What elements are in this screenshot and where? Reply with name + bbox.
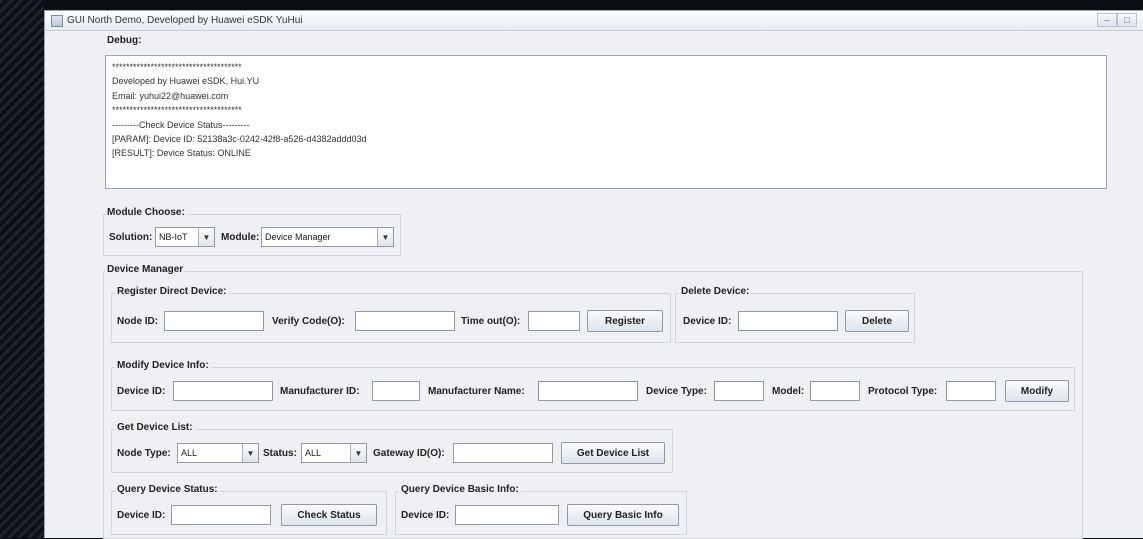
app-icon — [51, 14, 63, 27]
check-status-button[interactable]: Check Status — [281, 504, 377, 526]
modify-device-id-label: Device ID: — [117, 386, 166, 397]
protocol-type-input[interactable] — [946, 381, 996, 401]
verify-code-label: Verify Code(O): — [272, 316, 345, 327]
gateway-id-input[interactable] — [453, 443, 553, 463]
device-type-input[interactable] — [714, 381, 764, 401]
device-type-label: Device Type: — [646, 386, 707, 397]
debug-line: [RESULT]: Device Status: ONLINE — [112, 148, 251, 159]
manufacturer-id-input[interactable] — [372, 381, 420, 401]
get-device-list-title: Get Device List: — [115, 422, 195, 433]
desktop-backdrop — [0, 0, 44, 538]
model-input[interactable] — [810, 381, 860, 401]
maximize-button[interactable]: □ — [1117, 13, 1137, 27]
debug-line: Developed by Huawei eSDK, Hui.YU — [112, 76, 260, 87]
debug-line: [PARAM]: Device ID: 52138a3c-0242-42f8-a… — [112, 134, 367, 145]
node-id-label: Node ID: — [117, 316, 159, 327]
solution-label: Solution: — [109, 232, 153, 243]
manufacturer-name-label: Manufacturer Name: — [428, 386, 525, 397]
title-bar: GUI North Demo, Developed by Huawei eSDK… — [45, 11, 1143, 31]
query-basic-info-button[interactable]: Query Basic Info — [567, 504, 679, 526]
content-area: Debug: *********************************… — [45, 31, 1143, 539]
module-label: Module: — [221, 232, 260, 243]
model-label: Model: — [772, 386, 805, 397]
protocol-type-label: Protocol Type: — [868, 386, 938, 397]
node-type-label: Node Type: — [117, 448, 171, 459]
status-select-value: ALL — [305, 448, 322, 458]
manufacturer-name-input[interactable] — [538, 381, 638, 401]
status-label: Status: — [263, 448, 297, 459]
timeout-input[interactable] — [528, 311, 580, 331]
chevron-down-icon: ▼ — [350, 444, 366, 462]
delete-device-id-input[interactable] — [738, 311, 838, 331]
solution-select[interactable]: NB-IoT ▼ — [155, 227, 215, 247]
node-id-input[interactable] — [164, 311, 264, 331]
register-device-title: Register Direct Device: — [115, 286, 229, 297]
chevron-down-icon: ▼ — [377, 228, 393, 246]
node-type-select-value: ALL — [181, 448, 198, 458]
debug-line: ---------Check Device Status--------- — [112, 119, 250, 130]
debug-label: Debug: — [107, 35, 142, 46]
query-status-title: Query Device Status: — [115, 484, 220, 495]
debug-line: Email: yuhui22@huawei.com — [112, 90, 229, 101]
debug-log[interactable]: ************************************* De… — [105, 55, 1107, 189]
module-choose-title: Module Choose: — [105, 207, 187, 218]
device-manager-title: Device Manager — [105, 264, 186, 275]
delete-button[interactable]: Delete — [845, 310, 909, 332]
delete-device-id-label: Device ID: — [683, 316, 732, 327]
debug-line: ************************************* — [112, 105, 242, 116]
query-status-device-id-input[interactable] — [171, 505, 271, 525]
window-controls: ‒ □ — [1097, 13, 1137, 27]
chevron-down-icon: ▼ — [198, 228, 214, 246]
chevron-down-icon: ▼ — [242, 444, 258, 462]
query-status-device-id-label: Device ID: — [117, 510, 166, 521]
timeout-label: Time out(O): — [461, 316, 521, 327]
node-type-select[interactable]: ALL ▼ — [177, 443, 259, 463]
status-select[interactable]: ALL ▼ — [301, 443, 367, 463]
query-basic-device-id-label: Device ID: — [401, 510, 450, 521]
query-basic-device-id-input[interactable] — [455, 505, 559, 525]
app-window: GUI North Demo, Developed by Huawei eSDK… — [44, 10, 1143, 539]
modify-button[interactable]: Modify — [1005, 380, 1069, 402]
gateway-id-label: Gateway ID(O): — [373, 448, 445, 459]
modify-device-title: Modify Device Info: — [115, 360, 211, 371]
register-button[interactable]: Register — [587, 310, 663, 332]
debug-line: ************************************* — [112, 62, 242, 72]
minimize-button[interactable]: ‒ — [1097, 13, 1117, 27]
query-basic-info-title: Query Device Basic Info: — [399, 484, 521, 495]
module-select[interactable]: Device Manager ▼ — [261, 227, 394, 247]
module-select-value: Device Manager — [265, 232, 331, 242]
get-device-list-button[interactable]: Get Device List — [561, 442, 665, 464]
delete-device-title: Delete Device: — [679, 286, 752, 297]
solution-select-value: NB-IoT — [159, 232, 188, 242]
verify-code-input[interactable] — [355, 311, 455, 331]
window-title: GUI North Demo, Developed by Huawei eSDK… — [67, 15, 303, 26]
modify-device-id-input[interactable] — [173, 381, 273, 401]
manufacturer-id-label: Manufacturer ID: — [280, 386, 360, 397]
